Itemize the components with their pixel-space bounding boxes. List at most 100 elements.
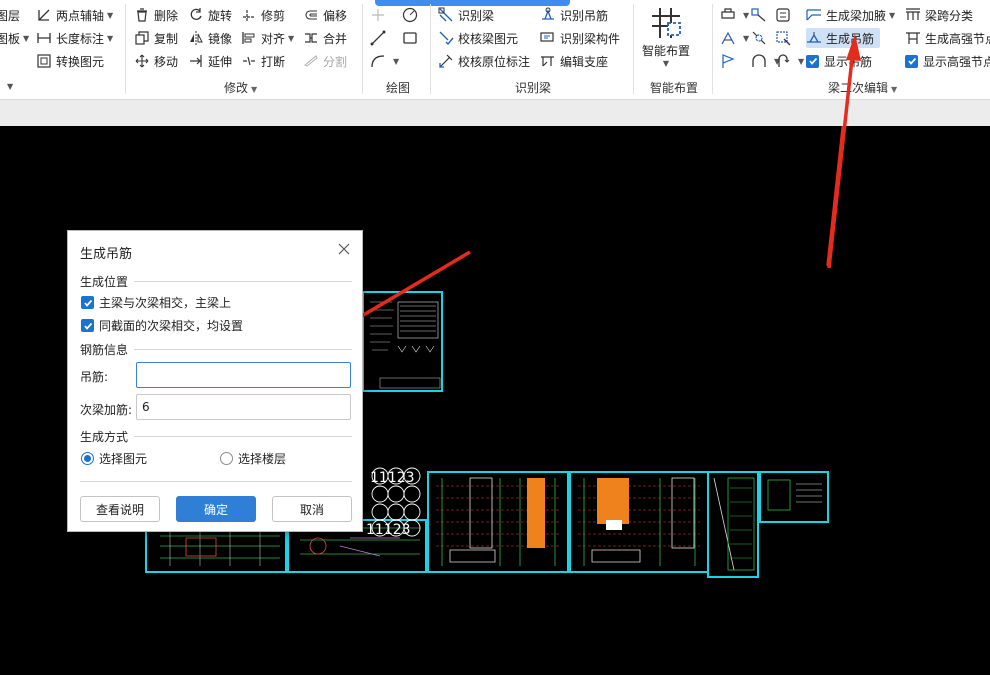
two-point-axis-label: 两点辅轴 [56, 8, 105, 23]
beam-tool-5[interactable] [751, 28, 771, 48]
beam-tool-3[interactable] [775, 5, 795, 25]
gen-hanger-button[interactable]: 生成吊筋 [806, 28, 881, 48]
merge-icon [303, 30, 319, 46]
beam-hook-icon [775, 53, 791, 69]
identify-beam-group-label: 识别梁 [515, 81, 552, 95]
move-button[interactable]: 移动 [134, 51, 178, 71]
align-label: 对齐 [261, 31, 286, 46]
checkbox-checked-icon [81, 296, 94, 309]
show-high-strength-node-toggle[interactable]: 显示高强节点 [905, 51, 990, 71]
beam-tool-9[interactable]: ▼ [775, 51, 804, 71]
draw-line-tool[interactable] [370, 28, 390, 48]
checkbox-checked-icon [806, 54, 819, 68]
section-method-label: 生成方式 [80, 430, 129, 444]
identify-beam-button[interactable]: 识别梁 [438, 5, 494, 25]
ribbon-toolbar: 图层 图板▼ ▼ 两点辅轴▼ 长度标注▼ 转换图元 删除 复制 移动 旋转 镜像… [0, 0, 990, 100]
beam-angle-icon [720, 30, 736, 46]
board-button[interactable]: 图板▼ [0, 28, 29, 48]
identify-beam-member-label: 识别梁构件 [560, 31, 621, 46]
tab-strip-gap [0, 100, 990, 126]
gen-high-strength-node-label: 生成高强节点 [925, 31, 990, 46]
beam-tool-1[interactable]: ▼ [720, 5, 749, 25]
convert-element-button[interactable]: 转换图元 [36, 51, 104, 71]
two-point-axis-button[interactable]: 两点辅轴 ▼ [36, 5, 113, 25]
radio-select-element[interactable]: 选择图元 [81, 450, 147, 467]
help-button[interactable]: 查看说明 [80, 496, 160, 522]
rotate-button[interactable]: 旋转 [188, 5, 232, 25]
layer-button[interactable]: 图层 [0, 5, 20, 25]
beam-tool-2[interactable] [751, 5, 771, 25]
divider [633, 4, 634, 94]
trim-button[interactable]: 修剪 [241, 5, 285, 25]
identify-beam-member-button[interactable]: 识别梁构件 [540, 28, 620, 48]
split-icon [303, 53, 319, 69]
hanger-input[interactable] [136, 362, 351, 388]
check-beam-element-button[interactable]: 校核梁图元 [438, 28, 518, 48]
radio-select-floor[interactable]: 选择楼层 [220, 450, 286, 467]
beam-edit-group-label[interactable]: 梁二次编辑 ▼ [828, 79, 897, 96]
length-dim-button[interactable]: 长度标注 ▼ [36, 28, 113, 48]
beam-select-icon [775, 30, 791, 46]
gen-hanger-label: 生成吊筋 [826, 31, 875, 46]
modify-group-label[interactable]: 修改 ▼ [224, 79, 257, 96]
smart-layout-button[interactable]: 智能布置 ▼ [640, 6, 692, 68]
draw-arc-tool[interactable]: ▼ [370, 51, 399, 71]
show-hanger-toggle[interactable]: 显示吊筋 [806, 51, 872, 71]
haunch-icon [806, 7, 822, 23]
copy-label: 复制 [154, 31, 179, 46]
identify-hanger-button[interactable]: 识别吊筋 [540, 5, 608, 25]
ok-button[interactable]: 确定 [176, 496, 256, 522]
delete-button[interactable]: 删除 [134, 5, 178, 25]
gen-high-strength-node-button[interactable]: 生成高强节点 [905, 28, 990, 48]
edit-support-icon [540, 53, 556, 69]
trim-label: 修剪 [261, 8, 286, 23]
beam-tool-4[interactable]: ▼ [720, 28, 749, 48]
merge-button[interactable]: 合并 [303, 28, 347, 48]
secondary-add-input[interactable] [136, 394, 351, 420]
section-method: 生成方式 [80, 428, 352, 445]
high-strength-node-icon [905, 30, 921, 46]
cancel-button[interactable]: 取消 [272, 496, 352, 522]
beam-tool-7[interactable] [720, 51, 740, 71]
col1-expand[interactable]: ▼ [4, 76, 13, 96]
divider [362, 4, 363, 94]
copy-button[interactable]: 复制 [134, 28, 178, 48]
break-button[interactable]: 打断 [241, 51, 285, 71]
length-dim-icon [36, 30, 52, 46]
checkbox-same-section[interactable]: 同截面的次梁相交，均设置 [81, 317, 243, 334]
beam-tool-6[interactable] [775, 28, 795, 48]
close-icon[interactable] [336, 241, 352, 257]
mirror-icon [188, 30, 204, 46]
draw-circle-tool[interactable] [402, 5, 422, 25]
merge-label: 合并 [323, 31, 348, 46]
check-beam-icon [438, 30, 454, 46]
gen-haunch-button[interactable]: 生成梁加腋 ▼ [806, 5, 895, 25]
hanger-field-label: 吊筋: [80, 370, 109, 384]
identify-beam-icon [438, 7, 454, 23]
rotate-icon [188, 7, 204, 23]
crosshair-icon [370, 7, 386, 23]
dialog-title: 生成吊筋 [80, 247, 133, 262]
mirror-button[interactable]: 镜像 [188, 28, 232, 48]
rotate-label: 旋转 [208, 8, 233, 23]
check-original-mark-button[interactable]: 校核原位标注 [438, 51, 530, 71]
draw-rect-tool[interactable] [402, 28, 422, 48]
rectangle-icon [402, 30, 418, 46]
move-icon [134, 53, 150, 69]
delete-label: 删除 [154, 8, 179, 23]
hanger-icon [806, 30, 822, 46]
extend-button[interactable]: 延伸 [188, 51, 232, 71]
checkbox-main-secondary[interactable]: 主梁与次梁相交，主梁上 [81, 294, 231, 311]
offset-button[interactable]: 偏移 [303, 5, 347, 25]
trim-icon [241, 7, 257, 23]
split-button[interactable]: 分割 [303, 51, 347, 71]
identify-hanger-icon [540, 7, 556, 23]
edit-support-button[interactable]: 编辑支座 [540, 51, 608, 71]
draw-point-tool[interactable] [370, 5, 390, 25]
convert-element-label: 转换图元 [56, 54, 105, 69]
check-beam-element-label: 校核梁图元 [458, 31, 519, 46]
span-classify-button[interactable]: 梁跨分类 [905, 5, 973, 25]
divider [125, 4, 126, 94]
check-original-mark-label: 校核原位标注 [458, 54, 531, 69]
align-button[interactable]: 对齐 ▼ [241, 28, 294, 48]
